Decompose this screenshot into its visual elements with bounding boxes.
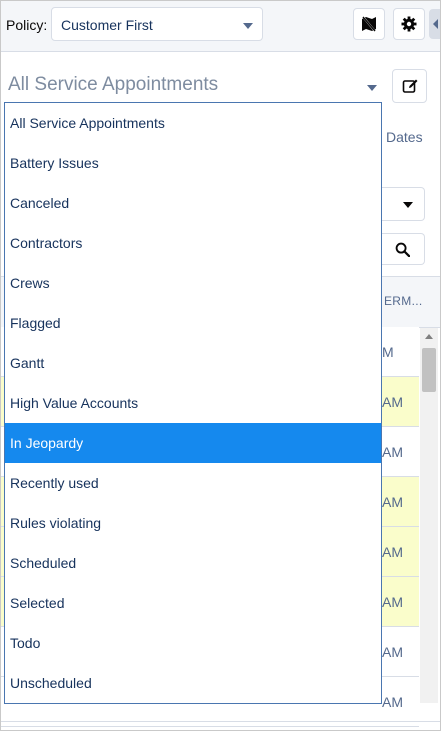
map-toggle-icon — [362, 16, 376, 32]
dates-filter-label[interactable]: Dates — [386, 129, 423, 145]
divider — [1, 721, 440, 722]
chevron-down-icon — [403, 202, 413, 208]
table-scrollbar[interactable] — [420, 328, 438, 703]
row-time: AM — [382, 694, 403, 710]
dropdown-item-in-jeopardy[interactable]: In Jeopardy — [5, 423, 381, 463]
policy-select[interactable]: Customer First — [51, 7, 263, 41]
row-time: AM — [382, 594, 403, 610]
filter-select[interactable] — [381, 187, 425, 221]
dropdown-item-gantt[interactable]: Gantt — [5, 343, 381, 383]
dropdown-item-high-value-accounts[interactable]: High Value Accounts — [5, 383, 381, 423]
edit-view-button[interactable] — [392, 69, 427, 103]
dropdown-item-flagged[interactable]: Flagged — [5, 303, 381, 343]
dropdown-item-unscheduled[interactable]: Unscheduled — [5, 663, 381, 703]
chevron-down-icon — [243, 23, 253, 29]
scroll-thumb[interactable] — [422, 348, 436, 392]
list-view-dropdown: All Service Appointments Battery Issues … — [4, 102, 382, 704]
column-header[interactable]: ERM... — [384, 294, 422, 308]
app-frame: Policy: Customer First All Service Appoi… — [0, 0, 441, 731]
policy-label: Policy: — [6, 17, 48, 33]
list-view-title[interactable]: All Service Appointments — [8, 74, 218, 96]
dropdown-item-canceled[interactable]: Canceled — [5, 183, 381, 223]
dropdown-item-todo[interactable]: Todo — [5, 623, 381, 663]
dropdown-item-recently-used[interactable]: Recently used — [5, 463, 381, 503]
row-time: AM — [382, 394, 403, 410]
dropdown-item-crews[interactable]: Crews — [5, 263, 381, 303]
row-time: AM — [382, 444, 403, 460]
row-time: M — [382, 344, 394, 360]
row-time: AM — [382, 544, 403, 560]
settings-button[interactable] — [393, 8, 425, 40]
edit-icon — [402, 79, 417, 93]
search-icon — [395, 242, 410, 257]
policy-toolbar: Policy: Customer First — [1, 1, 440, 52]
dropdown-item-scheduled[interactable]: Scheduled — [5, 543, 381, 583]
dropdown-item-contractors[interactable]: Contractors — [5, 223, 381, 263]
chevron-left-icon — [433, 19, 438, 29]
row-time: AM — [382, 644, 403, 660]
dropdown-item-all-service-appointments[interactable]: All Service Appointments — [5, 103, 381, 143]
dropdown-item-selected[interactable]: Selected — [5, 583, 381, 623]
search-button[interactable] — [381, 233, 425, 265]
dropdown-item-rules-violating[interactable]: Rules violating — [5, 503, 381, 543]
gear-icon — [401, 16, 417, 32]
view-chevron-down-icon[interactable] — [367, 85, 377, 91]
map-toggle-button[interactable] — [353, 8, 385, 40]
collapse-panel-button[interactable] — [429, 9, 440, 39]
scroll-up-icon[interactable] — [425, 334, 433, 339]
dropdown-item-battery-issues[interactable]: Battery Issues — [5, 143, 381, 183]
policy-value: Customer First — [61, 17, 153, 33]
row-time: AM — [382, 494, 403, 510]
